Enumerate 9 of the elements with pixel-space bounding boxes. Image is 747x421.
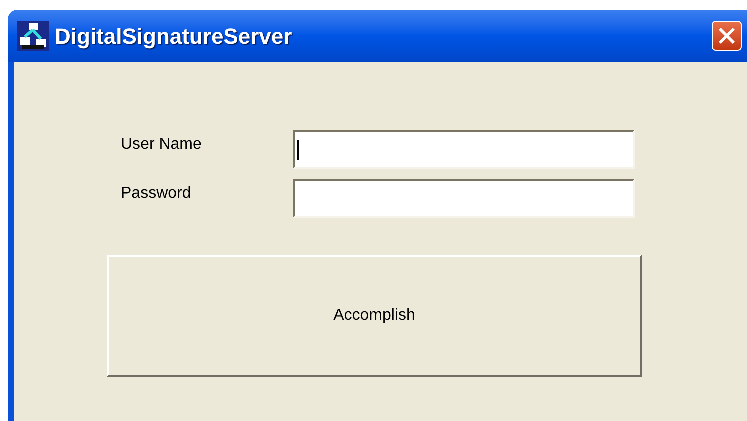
field-label: User Name — [121, 134, 203, 154]
close-icon — [718, 27, 736, 45]
accomplish-button[interactable]: Accomplish — [107, 255, 642, 377]
close-button[interactable] — [712, 21, 742, 51]
input-field[interactable] — [293, 179, 635, 218]
window-title: DigitalSignatureServer — [55, 22, 292, 51]
field-label: Password — [121, 184, 192, 204]
input-field[interactable] — [293, 130, 635, 169]
network-icon — [17, 21, 49, 51]
